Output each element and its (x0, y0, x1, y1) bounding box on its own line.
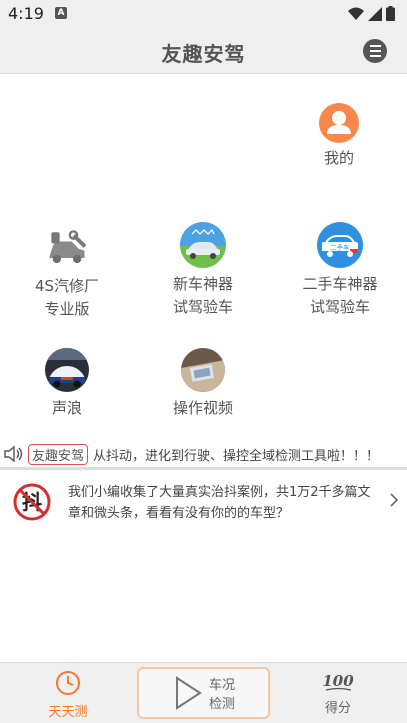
new-car-icon (180, 222, 226, 268)
speaker-icon (4, 445, 23, 463)
page-title: 友趣安驾 (161, 42, 246, 66)
status-icons (348, 6, 395, 21)
menu-line (369, 55, 381, 57)
tab-daily-test[interactable]: 天天测 (40, 669, 96, 720)
tile-mine[interactable]: 我的 (312, 103, 366, 170)
tile-used-car[interactable]: 二手车 二手车神器 试驾验车 (290, 222, 390, 319)
divider (0, 467, 407, 470)
ticker-text: 从抖动，进化到行驶、操控全域检测工具啦！！！ (93, 448, 380, 464)
tile-new-car[interactable]: 新车神器 试驾验车 (158, 222, 248, 319)
tile-new-car-line1: 新车神器 (172, 275, 233, 293)
tile-repair-label: 4S汽修厂 专业版 (35, 275, 99, 321)
announcement-ticker[interactable]: 友趣安驾 从抖动，进化到行驶、操控全域检测工具啦！！！ (0, 441, 407, 467)
signal-icon (368, 6, 382, 21)
ticker-badge: 友趣安驾 (28, 443, 89, 465)
used-car-icon: 二手车 (317, 222, 363, 268)
score-100-icon: 100 (322, 672, 354, 691)
menu-button[interactable] (363, 39, 387, 63)
used-car-icon-text: 二手车 (330, 243, 350, 252)
tile-used-car-label: 二手车神器 试驾验车 (302, 273, 377, 319)
battery-icon (386, 6, 395, 21)
tile-video-label: 操作视频 (172, 399, 233, 417)
score-icon-text: 100 (322, 672, 354, 690)
status-bar: 4:19 A (0, 0, 407, 28)
chevron-right-icon (390, 493, 399, 507)
play-icon (176, 676, 202, 710)
car-repair-icon (44, 224, 90, 270)
menu-line (369, 45, 381, 47)
app-header: 友趣安驾 (0, 28, 407, 74)
tile-used-car-line2: 试驾验车 (309, 298, 370, 316)
tab-score-label: 得分 (324, 701, 351, 716)
status-time: 4:19 (8, 4, 44, 23)
tile-mine-label: 我的 (323, 149, 354, 167)
user-avatar-icon (319, 103, 359, 143)
tile-video[interactable]: 操作视频 (160, 348, 246, 420)
car-check-line2: 检测 (209, 697, 236, 712)
clock-icon (56, 671, 80, 695)
bottom-nav: 天天测 车况 检测 100 得分 (0, 662, 407, 723)
video-thumbnail-icon (181, 348, 225, 392)
car-check-label: 车况 检测 (209, 676, 235, 714)
tile-repair-shop[interactable]: 4S汽修厂 专业版 (22, 224, 112, 321)
tile-repair-line2: 专业版 (44, 300, 90, 318)
tile-used-car-line1: 二手车神器 (302, 275, 378, 293)
tile-sound[interactable]: 声浪 (34, 348, 100, 420)
menu-line (369, 50, 381, 52)
tile-repair-line1: 4S汽修厂 (34, 277, 100, 295)
car-check-button[interactable]: 车况 检测 (137, 667, 270, 719)
tab-daily-test-label: 天天测 (48, 705, 88, 720)
tile-new-car-line2: 试驾验车 (172, 298, 233, 316)
tab-score[interactable]: 100 得分 (314, 669, 362, 716)
news-item[interactable]: 抖 我们小编收集了大量真实治抖案例，共1万2千多篇文章和微头条，看看有没有你的的… (0, 478, 407, 528)
tile-sound-label: 声浪 (51, 399, 82, 417)
wifi-icon (348, 7, 364, 20)
sound-thumbnail-icon (45, 348, 89, 392)
tile-new-car-label: 新车神器 试驾验车 (173, 273, 233, 319)
no-shake-icon: 抖 (13, 483, 51, 521)
car-check-line1: 车况 (209, 678, 236, 693)
notification-icon: A (55, 7, 67, 19)
news-text: 我们小编收集了大量真实治抖案例，共1万2千多篇文章和微头条，看看有没有你的的车型… (68, 485, 371, 521)
